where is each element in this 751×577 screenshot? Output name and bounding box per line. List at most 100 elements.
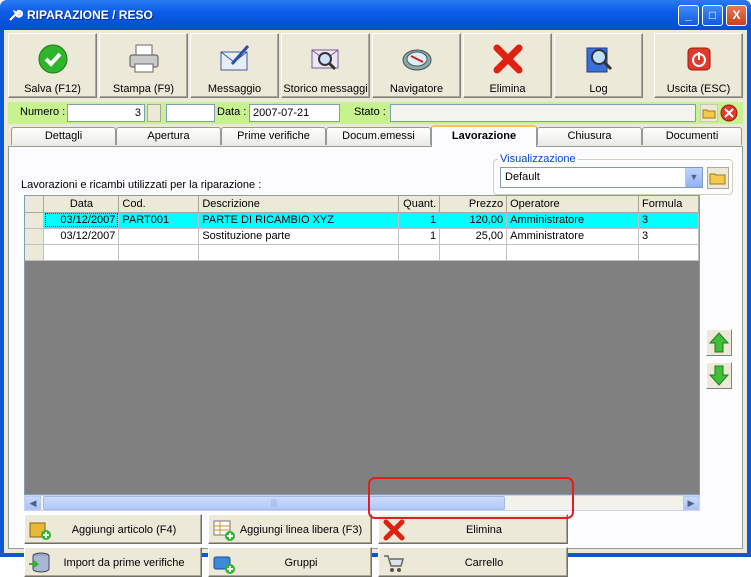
cart-button[interactable]: Carrello [378, 547, 568, 577]
numero-field[interactable]: 3 [67, 104, 145, 122]
data-label: Data : [217, 106, 247, 118]
tab-apertura[interactable]: Apertura [116, 127, 221, 145]
log-label: Log [589, 83, 608, 95]
folder-icon[interactable] [700, 104, 718, 122]
cell-cod[interactable] [118, 244, 200, 261]
row-selector[interactable] [25, 212, 45, 229]
cell-data[interactable]: 03/12/2007 [43, 228, 120, 245]
tab-lavorazione[interactable]: Lavorazione [431, 125, 537, 147]
power-icon [687, 47, 710, 71]
cell-data[interactable] [43, 244, 120, 261]
add-article-button[interactable]: Aggiungi articolo (F4) [24, 514, 202, 544]
groups-button[interactable]: Gruppi [208, 547, 372, 577]
cell-descrizione[interactable]: PARTE DI RICAMBIO XYZ [198, 212, 400, 229]
grid-caption: Lavorazioni e ricambi utilizzati per la … [21, 179, 262, 191]
stato-field[interactable] [390, 104, 696, 122]
wrench-icon [7, 7, 23, 23]
chevron-down-icon[interactable]: ▼ [685, 168, 702, 187]
application-window: RIPARAZIONE / RESO _ □ X Salva (F12) Sta… [0, 0, 751, 577]
cell-descrizione[interactable]: Sostituzione parte [198, 228, 400, 245]
cell-quant[interactable] [398, 244, 441, 261]
lavorazioni-grid[interactable]: Data Cod. Descrizione Quant. Prezzo Oper… [24, 195, 700, 495]
cart-highlight-annotation [368, 477, 574, 519]
numero-lookup-button[interactable] [147, 104, 161, 122]
stato-label: Stato : [354, 106, 386, 118]
col-header-formula[interactable]: Formula [638, 196, 700, 213]
table-row[interactable]: 03/12/2007 Sostituzione parte 1 25,00 Am… [25, 228, 700, 245]
print-button[interactable]: Stampa (F9) [99, 33, 188, 98]
cell-operatore[interactable]: Amministratore [506, 228, 639, 245]
tab-documenti[interactable]: Documenti [642, 127, 742, 145]
arrow-down-icon [708, 365, 730, 386]
col-header-operatore[interactable]: Operatore [506, 196, 639, 213]
grid-header-row: Data Cod. Descrizione Quant. Prezzo Oper… [25, 196, 700, 213]
scroll-left-icon[interactable]: ◀ [25, 496, 41, 510]
check-icon [38, 44, 67, 74]
tab-dettagli[interactable]: Dettagli [11, 127, 116, 145]
col-header-data[interactable]: Data [43, 196, 120, 213]
import-prime-verifiche-button[interactable]: Import da prime verifiche [24, 547, 202, 577]
delete-button[interactable]: Elimina [463, 33, 552, 98]
table-row[interactable] [25, 244, 700, 261]
move-down-button[interactable] [706, 362, 732, 389]
red-x-icon [493, 44, 522, 74]
cell-prezzo[interactable]: 120,00 [439, 212, 508, 229]
close-button[interactable]: X [726, 5, 747, 26]
cell-prezzo[interactable] [439, 244, 508, 261]
cell-descrizione[interactable] [198, 244, 400, 261]
exit-button[interactable]: Uscita (ESC) [654, 33, 743, 98]
scroll-right-icon[interactable]: ▶ [683, 496, 699, 510]
folder-open-icon[interactable] [707, 167, 729, 189]
cell-operatore[interactable] [506, 244, 639, 261]
cell-formula[interactable]: 3 [638, 228, 700, 245]
col-header-cod[interactable]: Cod. [118, 196, 200, 213]
add-article-label: Aggiungi articolo (F4) [71, 524, 177, 536]
exit-label: Uscita (ESC) [666, 83, 731, 95]
message-history-button[interactable]: Storico messaggi [281, 33, 370, 98]
tab-docum-emessi[interactable]: Docum.emessi [326, 127, 431, 145]
col-header-quant[interactable]: Quant. [398, 196, 441, 213]
clear-icon[interactable] [720, 104, 738, 122]
data-field[interactable]: 2007-07-21 [249, 104, 340, 122]
print-label: Stampa (F9) [112, 83, 175, 95]
compass-icon [402, 49, 431, 71]
numero-label: Numero : [20, 106, 66, 118]
cell-quant[interactable]: 1 [398, 228, 441, 245]
cell-quant[interactable]: 1 [398, 212, 441, 229]
log-button[interactable]: Log [554, 33, 643, 98]
cell-cod[interactable] [118, 228, 200, 245]
title-bar[interactable]: RIPARAZIONE / RESO _ □ X [0, 0, 751, 30]
horizontal-scrollbar[interactable]: ◀ ||| ▶ [24, 495, 700, 511]
cell-prezzo[interactable]: 25,00 [439, 228, 508, 245]
save-button[interactable]: Salva (F12) [8, 33, 97, 98]
cart-label: Carrello [464, 557, 504, 569]
window-client: Salva (F12) Stampa (F9) Messaggio Storic… [4, 30, 747, 577]
row-selector[interactable] [25, 244, 45, 261]
add-free-line-button[interactable]: Aggiungi linea libera (F3) [208, 514, 372, 544]
envelope-pen-icon [220, 45, 249, 71]
cell-cod[interactable]: PART001 [118, 212, 200, 229]
numero-extra-field[interactable] [166, 104, 215, 122]
col-header-descrizione[interactable]: Descrizione [198, 196, 400, 213]
window-title: RIPARAZIONE / RESO [27, 8, 153, 22]
minimize-button[interactable]: _ [678, 5, 699, 26]
navigator-button[interactable]: Navigatore [372, 33, 461, 98]
maximize-button[interactable]: □ [702, 5, 723, 26]
delete-label: Elimina [489, 83, 526, 95]
cell-data[interactable]: 03/12/2007 [43, 212, 120, 229]
row-selector[interactable] [25, 228, 45, 245]
tab-prime-verifiche[interactable]: Prime verifiche [221, 127, 326, 145]
message-history-label: Storico messaggi [283, 83, 368, 95]
groups-label: Gruppi [284, 557, 318, 569]
visualizzazione-legend: Visualizzazione [498, 153, 578, 165]
col-header-prezzo[interactable]: Prezzo [439, 196, 508, 213]
move-up-button[interactable] [706, 329, 732, 356]
tab-chiusura[interactable]: Chiusura [537, 127, 642, 145]
message-button[interactable]: Messaggio [190, 33, 279, 98]
table-row[interactable]: 03/12/2007 PART001 PARTE DI RICAMBIO XYZ… [25, 212, 700, 229]
visualizzazione-select[interactable]: Default ▼ [500, 167, 703, 188]
envelope-search-icon [311, 49, 338, 71]
cell-formula[interactable]: 3 [638, 212, 700, 229]
cell-operatore[interactable]: Amministratore [506, 212, 639, 229]
cell-formula[interactable] [638, 244, 700, 261]
